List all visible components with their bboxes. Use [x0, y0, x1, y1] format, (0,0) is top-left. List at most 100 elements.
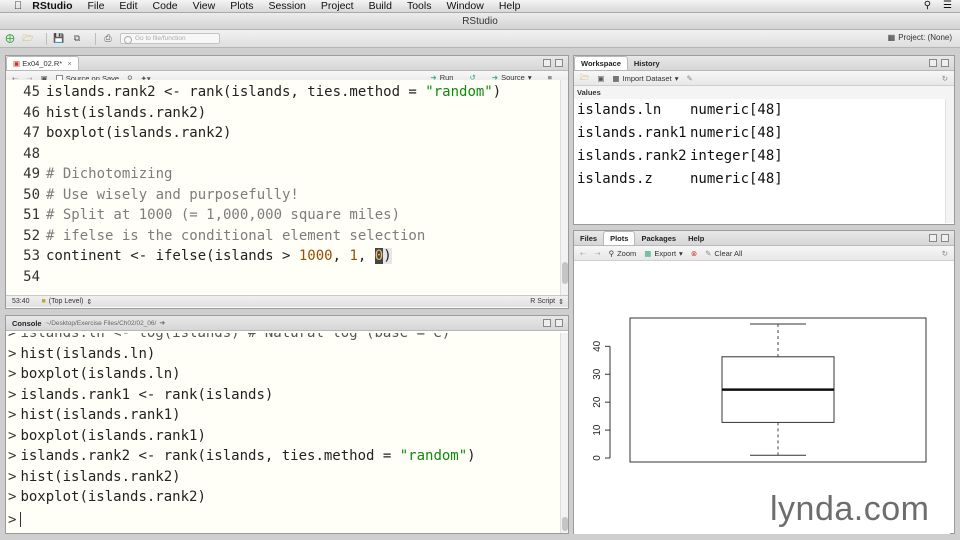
code-number: 1000 — [298, 248, 333, 264]
refresh-icon[interactable]: ↻ — [942, 74, 948, 83]
menu-help[interactable]: Help — [499, 0, 521, 12]
list-menu-icon[interactable]: ☰ — [943, 0, 952, 11]
project-icon: ▦ — [887, 33, 896, 42]
menu-tools[interactable]: Tools — [407, 0, 432, 12]
editor-scroll-thumb[interactable] — [562, 262, 568, 284]
code-line: 51 # Split at 1000 (= 1,000,000 square mi… — [6, 205, 561, 226]
variable-name: islands.rank2 — [577, 148, 687, 164]
console-scroll-thumb[interactable] — [562, 517, 568, 531]
minimize-pane-icon[interactable] — [929, 59, 937, 67]
code-text: ) — [383, 248, 392, 264]
minimize-pane-icon[interactable] — [543, 319, 551, 327]
console-output[interactable]: > islands.ln <- log(islands) # Natural lo… — [6, 333, 561, 533]
y-tick-label: 20 — [592, 396, 603, 408]
close-tab-icon[interactable]: × — [67, 59, 71, 68]
import-dataset-button[interactable]: ▦ Import Dataset ▾ — [612, 74, 678, 83]
console-input-line[interactable]: > — [8, 510, 561, 531]
toolbar-divider — [95, 32, 96, 45]
next-plot-icon[interactable]: ⇢ — [594, 249, 600, 258]
menu-project[interactable]: Project — [321, 0, 354, 12]
menu-edit[interactable]: Edit — [119, 0, 137, 12]
console-path[interactable]: ~/Desktop/Exercise Files/Ch02/02_06/ — [46, 320, 157, 327]
code-line: 50 # Use wisely and purposefully! — [6, 185, 561, 206]
console-scrollbar[interactable] — [560, 333, 568, 533]
open-file-icon[interactable]: 🗁 — [22, 33, 34, 44]
console-line: > boxplot(islands.rank2) — [8, 487, 561, 508]
workspace-value-row[interactable]: islands.z numeric[48] — [574, 168, 950, 191]
export-button[interactable]: ▦ Export ▾ — [644, 249, 683, 258]
minimize-pane-icon[interactable] — [543, 59, 551, 67]
menu-build[interactable]: Build — [369, 0, 392, 12]
console-prompt: > — [8, 345, 17, 362]
variable-name: islands.z — [577, 171, 653, 187]
tab-files[interactable]: Files — [574, 232, 603, 245]
code-text: islands.rank2 <- rank(islands, ties.meth… — [46, 84, 426, 100]
editor-tab[interactable]: ▣ Ex04_02.R* × — [6, 56, 79, 70]
editor-scrollbar[interactable] — [560, 80, 568, 295]
maximize-pane-icon[interactable] — [941, 234, 949, 242]
tab-plots[interactable]: Plots — [603, 231, 636, 245]
workspace-value-row[interactable]: islands.rank2 integer[48] — [574, 145, 950, 168]
code-line: 46 hist(islands.rank2) — [6, 103, 561, 124]
new-file-icon[interactable]: ⨁ — [4, 33, 16, 44]
clear-all-label: Clear All — [714, 248, 743, 258]
console-command: islands.ln <- log(islands) # Natural log… — [20, 333, 451, 341]
scope-selector[interactable]: (Top Level) — [49, 298, 84, 305]
workspace-toolbar: 🗁 ▣ ▦ Import Dataset ▾ ✎ ↻ — [574, 71, 954, 86]
previous-plot-icon[interactable]: ⇠ — [580, 249, 586, 258]
console-command: boxplot(islands.ln) — [20, 366, 181, 382]
console-command: boxplot(islands.rank2) — [20, 489, 206, 505]
variable-value: numeric[48] — [690, 171, 783, 187]
spotlight-search-icon[interactable]: ⚲ — [924, 0, 931, 11]
clear-all-button[interactable]: ✎ Clear All — [705, 249, 742, 258]
clear-workspace-icon[interactable]: ✎ — [686, 74, 692, 83]
menu-view[interactable]: View — [193, 0, 216, 12]
window-title-bar: RStudio — [0, 13, 960, 30]
console-string: "random" — [399, 448, 468, 464]
remove-plot-icon[interactable]: ⊗ — [691, 249, 697, 258]
tab-packages[interactable]: Packages — [635, 232, 682, 245]
tab-help[interactable]: Help — [682, 232, 710, 245]
apple-icon[interactable]:  — [14, 0, 22, 12]
menu-session[interactable]: Session — [269, 0, 306, 12]
menu-app-name[interactable]: RStudio — [32, 0, 72, 12]
minimize-pane-icon[interactable] — [929, 234, 937, 242]
console-go-icon[interactable]: ➜ — [159, 319, 165, 327]
broom-icon: ✎ — [705, 248, 712, 258]
save-workspace-icon[interactable]: ▣ — [597, 74, 604, 83]
maximize-pane-icon[interactable] — [555, 59, 563, 67]
menu-file[interactable]: File — [88, 0, 105, 12]
maximize-pane-icon[interactable] — [555, 319, 563, 327]
menu-plots[interactable]: Plots — [230, 0, 253, 12]
save-all-icon[interactable]: ⧉ — [71, 33, 83, 44]
code-text: hist(islands.rank2) — [46, 104, 207, 121]
maximize-pane-icon[interactable] — [941, 59, 949, 67]
workspace-value-row[interactable]: islands.rank1 numeric[48] — [574, 122, 950, 145]
file-type-selector[interactable]: R Script — [530, 298, 555, 305]
variable-value: numeric[48] — [690, 102, 783, 118]
code-comment: # Dichotomizing — [46, 166, 173, 182]
line-number: 52 — [23, 227, 40, 244]
goto-file-input[interactable]: Go to file/function — [120, 33, 220, 44]
code-text: , — [332, 248, 350, 264]
menu-window[interactable]: Window — [446, 0, 483, 12]
refresh-icon[interactable]: ↻ — [942, 249, 948, 258]
variable-name: islands.ln — [577, 102, 662, 118]
zoom-icon: ⚲ — [608, 248, 615, 258]
tab-workspace[interactable]: Workspace — [574, 56, 628, 70]
console-prompt: > — [8, 366, 17, 382]
workspace-value-row[interactable]: islands.ln numeric[48] — [574, 99, 950, 122]
print-icon[interactable]: ⎙ — [102, 33, 114, 44]
save-icon[interactable]: 💾 — [53, 33, 65, 44]
code-editor[interactable]: 45 islands.rank2 <- rank(islands, ties.me… — [6, 80, 561, 295]
code-text: ) — [492, 84, 502, 100]
workspace-scrollbar[interactable] — [945, 99, 954, 223]
line-number: 48 — [23, 145, 40, 162]
menu-code[interactable]: Code — [153, 0, 178, 12]
zoom-button[interactable]: ⚲ Zoom — [609, 249, 637, 258]
tab-history[interactable]: History — [628, 57, 666, 70]
plots-window-buttons — [929, 234, 949, 242]
load-workspace-icon[interactable]: 🗁 — [580, 72, 589, 85]
chevron-down-icon: ▾ — [679, 248, 683, 258]
project-selector[interactable]: ▦ Project: (None) — [888, 33, 952, 42]
